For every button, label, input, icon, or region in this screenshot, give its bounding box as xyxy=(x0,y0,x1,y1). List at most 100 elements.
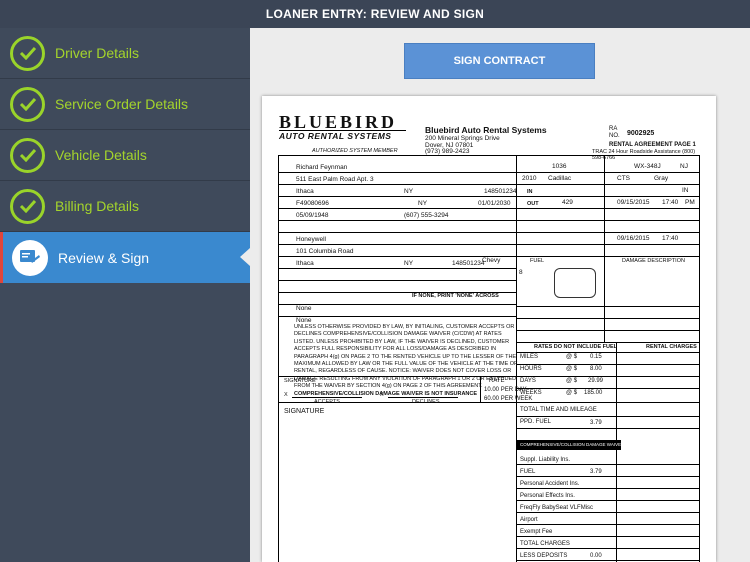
sidebar-item-label: Service Order Details xyxy=(55,96,189,112)
time-due: 17:40 xyxy=(662,235,679,242)
damage-description: DAMAGE DESCRIPTION xyxy=(622,258,685,264)
ra-text: RA xyxy=(609,126,618,132)
rate-label-miles: MILES xyxy=(520,354,539,360)
divider xyxy=(278,232,516,233)
declines-label: DECLINES xyxy=(412,399,440,405)
charge-label: Personal Accident Ins. xyxy=(520,481,580,487)
divider xyxy=(516,476,699,477)
sidebar-item-driver-details[interactable]: Driver Details xyxy=(0,28,250,79)
accepts-label: ACCEPTS xyxy=(314,399,340,405)
rate-day: 10.00 xyxy=(484,387,500,393)
contract-preview[interactable]: BLUEBIRD AUTO RENTAL SYSTEMS AUTHORIZED … xyxy=(262,96,716,562)
rate-label-weeks: WEEKS xyxy=(520,390,542,396)
divider xyxy=(516,352,699,353)
divider xyxy=(516,208,699,209)
vehicle-model: CTS xyxy=(617,175,630,182)
referred-by: Chevy xyxy=(482,257,501,264)
divider xyxy=(278,208,516,209)
vehicle-color: Gray xyxy=(654,175,669,182)
divider xyxy=(516,244,699,245)
divider xyxy=(516,232,699,233)
divider xyxy=(516,536,699,537)
ppd-fuel-label: PPD. FUEL xyxy=(520,419,552,425)
no-text: NO. xyxy=(609,133,620,139)
charge-label: Airport xyxy=(520,517,538,523)
charge-value: 0.00 xyxy=(590,553,602,559)
charge-label: Exempt Fee xyxy=(520,529,553,535)
divider xyxy=(516,256,699,257)
time-in: IN xyxy=(682,187,689,194)
rate-label-days: DAYS xyxy=(520,378,536,384)
divider xyxy=(516,388,699,389)
rate-value-hours: 8.00 xyxy=(590,366,602,372)
charge-label: FUEL xyxy=(520,469,536,475)
charge-label: LESS DEPOSITS xyxy=(520,553,568,559)
divider xyxy=(516,488,699,489)
employer: Honeywell xyxy=(296,236,326,243)
divider xyxy=(516,330,699,331)
sidebar-item-vehicle-details[interactable]: Vehicle Details xyxy=(0,130,250,181)
additional-driver: None xyxy=(296,305,312,312)
additional-driver-2: None xyxy=(296,317,312,324)
sidebar-item-label: Review & Sign xyxy=(58,249,150,266)
sidebar-item-billing-details[interactable]: Billing Details xyxy=(0,181,250,232)
mileage-out: OUT xyxy=(527,201,539,207)
sidebar: Driver Details Service Order Details Veh… xyxy=(0,28,250,562)
ppd-fuel-value: 3.79 xyxy=(590,420,602,426)
ra-number: 9002925 xyxy=(627,130,655,137)
vehicle-year: 2010 xyxy=(522,175,537,182)
divider xyxy=(516,220,699,221)
sign-contract-button[interactable]: SIGN CONTRACT xyxy=(404,43,595,79)
divider xyxy=(278,256,516,257)
divider xyxy=(516,196,699,197)
divider xyxy=(516,172,699,173)
state: NY xyxy=(404,188,414,195)
rate-value-weeks: 185.00 xyxy=(584,390,603,396)
sidebar-item-review-sign[interactable]: Review & Sign xyxy=(0,232,250,283)
divider xyxy=(516,512,699,513)
agreement-page-label: RENTAL AGREEMENT PAGE 1 xyxy=(609,142,696,148)
divider xyxy=(516,428,699,429)
fuel-label: FUEL xyxy=(530,258,545,264)
divider xyxy=(516,376,699,377)
check-icon xyxy=(10,188,45,224)
license-state: NY xyxy=(418,200,428,207)
cdw-notice: COMPREHENSIVE/COLLISION DAMAGE WAIVER IS… xyxy=(294,390,478,397)
divider xyxy=(278,220,516,221)
signature-label: SIGNATURE xyxy=(284,408,325,415)
date-out: 09/15/2015 xyxy=(617,199,650,206)
date-due: 09/16/2015 xyxy=(617,235,650,242)
divider xyxy=(278,244,516,245)
charge-label: Personal Effects Ins. xyxy=(520,493,575,499)
divider xyxy=(516,500,699,501)
selection-pointer xyxy=(240,248,250,266)
sidebar-item-service-order-details[interactable]: Service Order Details xyxy=(0,79,250,130)
vehicle-number: 1036 xyxy=(552,163,567,170)
drivers-license: F49080696 xyxy=(296,200,329,207)
divider xyxy=(516,342,699,343)
charge-label: Suppl. Liability Ins. xyxy=(520,457,571,463)
company-address: 200 Mineral Springs Drive Dover, NJ 0780… xyxy=(425,135,500,156)
page-title: LOANER ENTRY: REVIEW AND SIGN xyxy=(0,0,750,28)
divider xyxy=(278,172,516,173)
accept-line xyxy=(292,397,362,398)
mileage-in: IN xyxy=(527,189,533,195)
sidebar-item-label: Vehicle Details xyxy=(55,147,147,163)
divider xyxy=(516,416,699,417)
renter-name: Richard Feynman xyxy=(296,164,348,171)
authorized-member-label: AUTHORIZED SYSTEM MEMBER xyxy=(312,148,398,154)
company-name: Bluebird Auto Rental Systems xyxy=(425,125,547,135)
cdw-text: UNLESS OTHERWISE PROVIDED BY LAW, BY INI… xyxy=(294,324,518,390)
charge-label: TOTAL CHARGES xyxy=(520,541,570,547)
divider xyxy=(278,268,516,269)
divider xyxy=(278,184,516,185)
employer-address: 101 Columbia Road xyxy=(296,248,354,255)
divider xyxy=(516,184,699,185)
cdw-row-label: COMPREHENSIVE/COLLISION DAMAGE WAIVER xyxy=(520,442,625,447)
decline-line xyxy=(388,397,458,398)
time-out-suffix: PM xyxy=(685,199,695,206)
signature-small-label: SIGNATURE xyxy=(284,378,316,384)
charge-value: 3.79 xyxy=(590,469,602,475)
divider xyxy=(616,342,617,562)
fuel-out: 8 xyxy=(519,269,523,276)
